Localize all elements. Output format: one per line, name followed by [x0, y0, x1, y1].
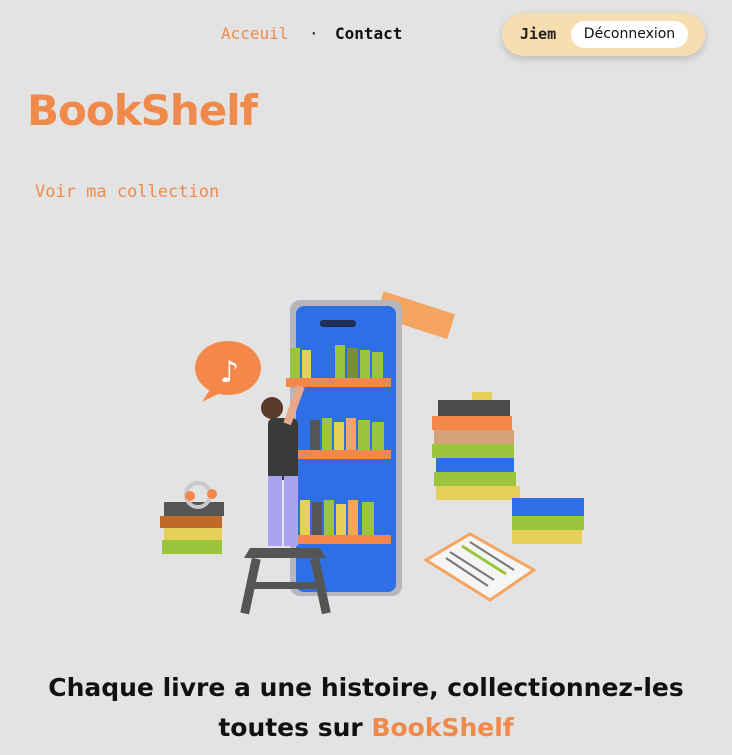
nav-home-link[interactable]: Acceuil [221, 24, 288, 43]
music-bubble-icon: ♪ [195, 341, 261, 402]
tagline-line2: toutes sur [218, 713, 372, 742]
book-stack-right-icon [432, 392, 520, 500]
tagline: Chaque livre a une histoire, collectionn… [0, 668, 732, 748]
book-stack-blue-icon [512, 498, 584, 544]
user-menu: Jiem Déconnexion [502, 13, 705, 56]
tagline-line1: Chaque livre a une histoire, collectionn… [48, 673, 684, 702]
brand-title: BookShelf [27, 86, 258, 135]
book-stack-left-icon [160, 481, 224, 554]
tagline-brand-highlight: BookShelf [371, 713, 514, 742]
step-stool-shape [240, 548, 331, 615]
view-collection-link[interactable]: Voir ma collection [35, 182, 219, 202]
logout-button[interactable]: Déconnexion [571, 21, 688, 48]
nav-contact-link[interactable]: Contact [335, 24, 402, 43]
user-name: Jiem [520, 25, 557, 43]
nav-separator: · [309, 24, 319, 43]
svg-text:♪: ♪ [220, 355, 239, 390]
hero-illustration: ♪ [160, 291, 584, 615]
